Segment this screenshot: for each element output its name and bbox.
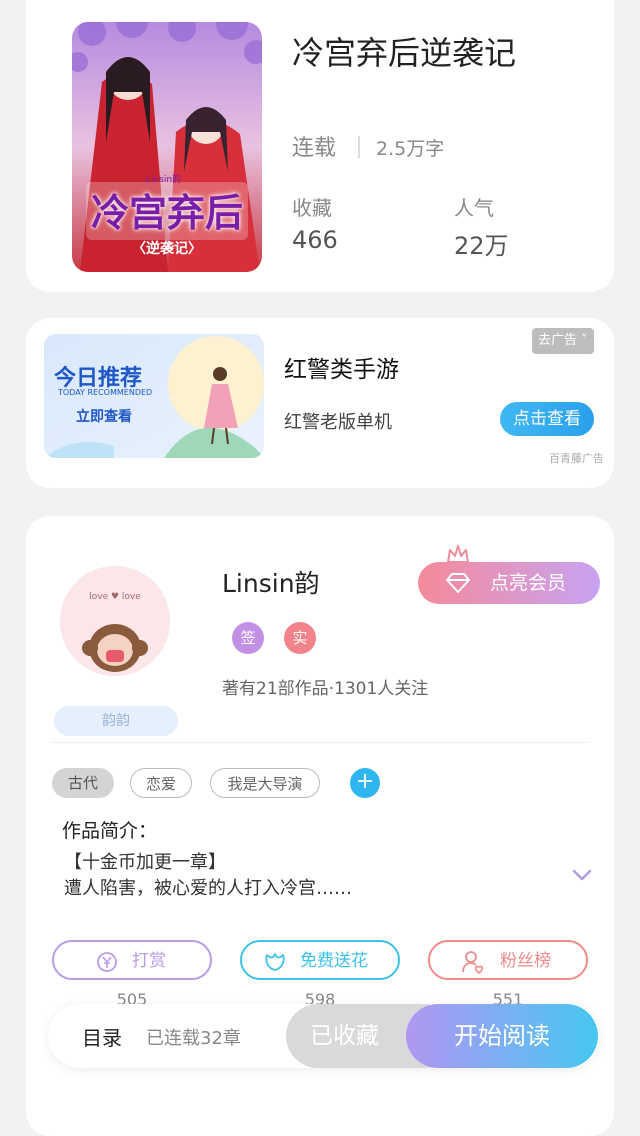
cover-subtitle-art: 〈逆袭记〉 bbox=[132, 241, 202, 257]
tag-director[interactable]: 我是大导演 bbox=[210, 768, 320, 798]
ad-view-button[interactable]: 点击查看 bbox=[500, 402, 594, 436]
fan-ranking-label: 粉丝榜 bbox=[500, 951, 551, 971]
ad-source-label: 百青藤广告 bbox=[549, 452, 604, 465]
add-tag-button[interactable]: + bbox=[350, 768, 380, 798]
ad-image-button: 立即查看 bbox=[76, 409, 132, 425]
stat-label-popularity: 人气 bbox=[454, 196, 494, 220]
avatar-caption: love ♥ love bbox=[89, 592, 141, 602]
ad-title[interactable]: 红警类手游 bbox=[284, 350, 399, 384]
fan-user-icon bbox=[462, 951, 484, 975]
chevron-down-icon[interactable] bbox=[572, 868, 592, 882]
send-flower-label: 免费送花 bbox=[300, 951, 368, 971]
author-meta: 著有21部作品·1301人关注 bbox=[222, 679, 429, 699]
book-info-card: 冷宫弃后 〈逆袭记〉 Linsin韵 冷宫弃后逆袭记 连载 2.5万字 收藏 4… bbox=[26, 0, 614, 292]
stat-value-favorites: 466 bbox=[292, 226, 338, 254]
start-reading-button[interactable]: 开始阅读 bbox=[406, 1004, 598, 1068]
stat-value-popularity: 22万 bbox=[454, 232, 509, 260]
fan-ranking-button[interactable]: 粉丝榜 bbox=[428, 940, 588, 980]
ad-image-subtitle: TODAY RECOMMENDED bbox=[58, 388, 153, 397]
bottom-action-bar: 目录 已连载32章 已收藏 开始阅读 bbox=[48, 1004, 600, 1068]
intro-text: 【十金币加更一章】 遭人陷害，被心爱的人打入冷宫…… bbox=[64, 850, 352, 902]
remove-ad-button[interactable]: 去广告 ˅ bbox=[532, 328, 594, 354]
chapter-count: 已连载32章 bbox=[146, 1028, 241, 1049]
flower-icon bbox=[265, 953, 285, 971]
toc-button[interactable]: 目录 bbox=[82, 1022, 122, 1051]
vip-button-label: 点亮会员 bbox=[490, 572, 567, 594]
tag-romance[interactable]: 恋爱 bbox=[130, 768, 192, 798]
intro-line-2: 遭人陷害，被心爱的人打入冷宫…… bbox=[64, 878, 352, 899]
intro-line-1: 【十金币加更一章】 bbox=[64, 852, 226, 873]
cover-title-art: 冷宫弃后 bbox=[90, 190, 243, 235]
word-count: 2.5万字 bbox=[376, 138, 445, 160]
author-name[interactable]: Linsin韵 bbox=[222, 564, 320, 600]
verified-badge: 实 bbox=[284, 622, 316, 654]
cover-author-mark: Linsin韵 bbox=[146, 175, 182, 185]
author-avatar[interactable]: love ♥ love bbox=[60, 566, 170, 676]
book-title: 冷宫弃后逆袭记 bbox=[292, 34, 517, 72]
diamond-icon bbox=[446, 573, 470, 593]
section-divider bbox=[50, 742, 590, 743]
ad-subtitle: 红警老版单机 bbox=[284, 412, 392, 433]
signed-badge: 签 bbox=[232, 622, 264, 654]
vip-button[interactable]: 点亮会员 bbox=[418, 562, 600, 604]
serial-status: 连载 bbox=[292, 136, 337, 161]
intro-title: 作品简介： bbox=[62, 820, 158, 842]
tag-ancient[interactable]: 古代 bbox=[52, 768, 114, 798]
ad-image[interactable]: 今日推荐 TODAY RECOMMENDED 立即查看 bbox=[44, 334, 264, 458]
status-divider bbox=[358, 136, 360, 158]
reward-label: 打赏 bbox=[132, 951, 166, 971]
nickname-plate: 韵韵 bbox=[54, 706, 178, 736]
crown-icon bbox=[447, 545, 469, 563]
reward-button[interactable]: 打赏 bbox=[52, 940, 212, 980]
yen-circle-icon bbox=[97, 952, 117, 972]
ad-card[interactable]: 今日推荐 TODAY RECOMMENDED 立即查看 红警类手游 红警老版单机… bbox=[26, 318, 614, 488]
stat-label-favorites: 收藏 bbox=[292, 196, 332, 220]
book-cover[interactable]: 冷宫弃后 〈逆袭记〉 Linsin韵 bbox=[72, 22, 262, 272]
send-flower-button[interactable]: 免费送花 bbox=[240, 940, 400, 980]
